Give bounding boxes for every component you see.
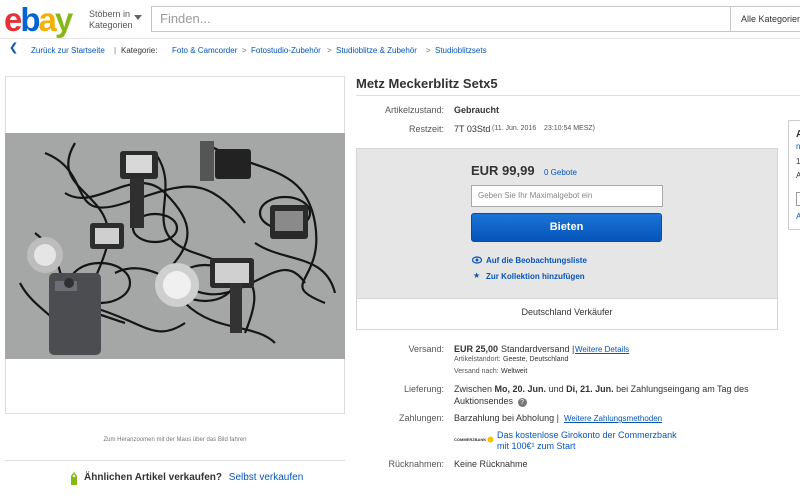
side-panel-text: 1: [796, 157, 800, 166]
payment-method: Barzahlung bei Abholung |: [454, 413, 559, 423]
commerzbank-promo-link-line2[interactable]: mit 100€¹ zum Start: [497, 441, 576, 451]
star-icon: ★: [473, 271, 481, 280]
delivery-text: bei Zahlungseingang am Tag des: [616, 384, 749, 394]
side-panel-text: A: [796, 171, 800, 180]
max-bid-input[interactable]: Geben Sie Ihr Maximalgebot ein: [471, 185, 663, 207]
delivery-date-end: Di, 21. Jun.: [566, 384, 614, 394]
ships-to-label: Versand nach:: [454, 368, 499, 375]
bid-count-link[interactable]: 0 Gebote: [544, 168, 577, 177]
commerzbank-logo: COMMERZBANK: [454, 437, 487, 442]
side-panel-input[interactable]: [796, 192, 800, 206]
breadcrumb-sep: >: [327, 46, 332, 55]
shipping-cost: EUR 25,00: [454, 344, 499, 354]
ebay-logo[interactable]: ebay: [4, 1, 73, 38]
seller-location: Deutschland Verkäufer: [521, 307, 613, 317]
shipping-details-link[interactable]: Weitere Details: [575, 345, 629, 354]
browse-categories-button[interactable]: Stöbern in Kategorien: [89, 9, 133, 31]
logo-letter-a: a: [38, 1, 57, 38]
payment-label: Zahlungen:: [398, 413, 444, 423]
sell-yourself-link[interactable]: Selbst verkaufen: [229, 472, 304, 483]
logo-letter-y: y: [54, 1, 73, 38]
zoom-hint: Zum Heranzoomen mit der Maus über das Bi…: [103, 437, 247, 443]
breadcrumb-item-fotostudio[interactable]: Fotostudio-Zubehör: [251, 46, 321, 56]
item-title: Metz Meckerblitz Setx5: [356, 76, 498, 91]
item-location-label: Artikelstandort:: [454, 356, 501, 363]
delivery-text: Zwischen: [454, 384, 493, 394]
breadcrumb-divider: |: [114, 46, 117, 55]
chevron-left-icon[interactable]: ❮: [9, 43, 18, 54]
breadcrumb-item-studioblitze[interactable]: Studioblitze & Zubehör: [336, 46, 417, 56]
delivery-estimate: Zwischen Mo, 20. Jun. und Di, 21. Jun. b…: [454, 384, 749, 394]
breadcrumb-item-foto[interactable]: Foto & Camcorder: [172, 46, 237, 56]
item-photo[interactable]: [5, 133, 345, 359]
end-date: (11. Jun. 2016: [492, 125, 537, 132]
title-divider: [356, 95, 800, 96]
delivery-date-start: Mo, 20. Jun.: [494, 384, 547, 394]
breadcrumb-category-label: Kategorie:: [121, 46, 158, 55]
delivery-text: und: [548, 384, 564, 394]
breadcrumb-sep: >: [426, 46, 431, 55]
shipping-label: Versand:: [408, 344, 444, 354]
category-select[interactable]: Alle Kategorien: [731, 6, 800, 32]
back-to-home-link[interactable]: Zurück zur Startseite: [31, 46, 105, 56]
flash-set-photo: [5, 133, 345, 359]
add-to-collection-link[interactable]: Zur Kollektion hinzufügen: [486, 272, 585, 281]
ships-to-value: Weltweit: [501, 368, 528, 375]
condition-value: Gebraucht: [454, 105, 500, 115]
sell-prompt: Ähnlichen Artikel verkaufen?: [84, 472, 222, 483]
end-time: 23:10:54 MESZ): [544, 125, 595, 132]
returns-value: Keine Rücknahme: [454, 459, 528, 469]
condition-label: Artikelzustand:: [384, 105, 444, 115]
delivery-text: Auktionsendes: [454, 396, 514, 406]
breadcrumb-item-studioblitzsets[interactable]: Studioblitzsets: [435, 46, 487, 56]
side-panel-text: A: [796, 129, 800, 140]
commerzbank-promo-link-line1[interactable]: Das kostenlose Girokonto der Commerzbank: [497, 430, 677, 440]
browse-label-line2: Kategorien: [89, 20, 133, 30]
price-tag-icon: [71, 472, 77, 485]
browse-label-line1: Stöbern in: [89, 9, 131, 19]
current-price: EUR 99,99: [471, 163, 535, 178]
side-panel-text: n: [796, 142, 800, 151]
eye-icon: [472, 256, 482, 264]
sell-similar: Ähnlichen Artikel verkaufen? Selbst verk…: [84, 472, 303, 483]
logo-letter-b: b: [20, 1, 40, 38]
breadcrumb-sep: >: [242, 46, 247, 55]
time-left-value: 7T 03Std: [454, 124, 491, 134]
divider: [5, 460, 345, 461]
shipping-method: Standardversand |: [501, 344, 575, 354]
returns-label: Rücknahmen:: [388, 459, 444, 469]
more-payment-methods-link[interactable]: Weitere Zahlungsmethoden: [564, 414, 662, 423]
item-location-value: Geeste, Deutschland: [503, 356, 569, 363]
logo-letter-e: e: [4, 1, 22, 38]
chevron-down-icon: [134, 15, 142, 20]
commerzbank-ribbon-icon: [487, 436, 494, 443]
help-icon[interactable]: ?: [517, 398, 527, 407]
search-input[interactable]: Finden...: [151, 6, 731, 32]
side-panel-text: A: [796, 212, 800, 221]
delivery-estimate-line2: Auktionsendes ?: [454, 396, 527, 407]
place-bid-button[interactable]: Bieten: [471, 213, 662, 242]
add-to-watchlist-link[interactable]: Auf die Beobachtungsliste: [486, 256, 587, 265]
time-left-label: Restzeit:: [408, 124, 444, 134]
delivery-label: Lieferung:: [403, 384, 444, 394]
